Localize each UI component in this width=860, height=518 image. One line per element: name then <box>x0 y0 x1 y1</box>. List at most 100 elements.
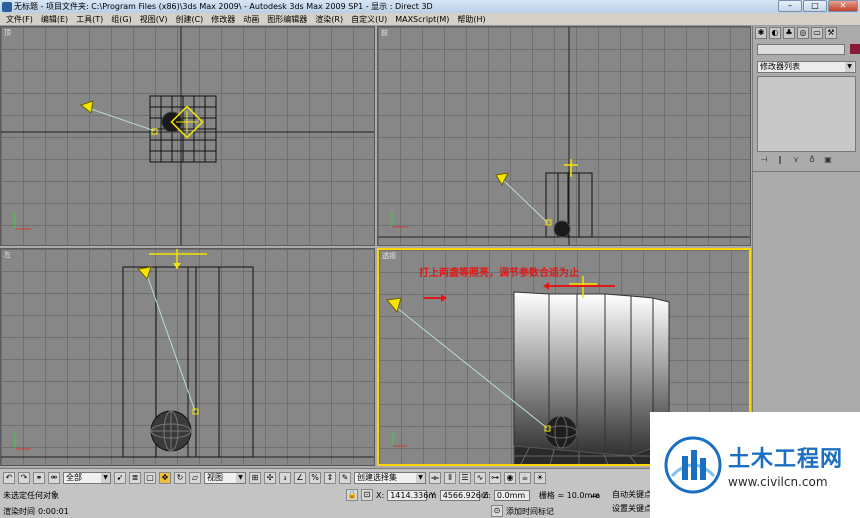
material-editor-icon[interactable]: ◉ <box>504 472 516 484</box>
left-view-scene <box>1 249 374 458</box>
object-color-swatch[interactable] <box>849 44 860 54</box>
render-time-label: 渲染时间 <box>3 506 35 516</box>
modify-tab-icon[interactable]: ◐ <box>769 27 781 39</box>
axis-tripod-icon <box>14 213 31 230</box>
chevron-down-icon: ▼ <box>416 473 425 483</box>
display-tab-icon[interactable]: ▭ <box>811 27 823 39</box>
reference-coord-dropdown[interactable]: 视图 ▼ <box>204 472 246 484</box>
select-object-icon[interactable]: ➹ <box>114 472 126 484</box>
app-icon[interactable] <box>2 1 12 12</box>
modifier-stack[interactable] <box>757 76 856 152</box>
spinner-snap-icon[interactable]: ⇕ <box>324 472 336 484</box>
region-select-icon[interactable]: ▢ <box>144 472 156 484</box>
named-selection-edit-icon[interactable]: ✎ <box>339 472 351 484</box>
percent-snap-icon[interactable]: % <box>309 472 321 484</box>
chevron-down-icon: ▼ <box>101 473 110 483</box>
menu-edit[interactable]: 编辑(E) <box>37 14 72 25</box>
set-key-label[interactable]: 设置关键点 <box>612 503 652 514</box>
z-label: Z: <box>482 490 491 500</box>
show-end-result-icon[interactable]: ∥ <box>775 155 785 165</box>
render-icon[interactable]: ☀ <box>534 472 546 484</box>
watermark-title: 土木工程网 <box>728 447 844 472</box>
selection-status: 未选定任何对象 <box>3 490 59 500</box>
spotlight-icon[interactable] <box>79 100 94 114</box>
angle-snap-icon[interactable]: ∠ <box>294 472 306 484</box>
z-coordinate-field[interactable]: 0.0mm <box>493 489 530 501</box>
layer-manager-icon[interactable]: ☰ <box>459 472 471 484</box>
front-view-scene <box>378 27 750 245</box>
room-box-top[interactable] <box>149 95 217 163</box>
key-icon[interactable]: ⊸ <box>590 489 600 503</box>
menu-modifiers[interactable]: 修改器 <box>207 14 239 25</box>
snap-icon[interactable]: ₃ <box>279 472 291 484</box>
x-coordinate-field[interactable]: 1414.336m <box>387 489 436 501</box>
y-coordinate-field[interactable]: 4566.926m <box>439 489 489 501</box>
menu-file[interactable]: 文件(F) <box>2 14 37 25</box>
viewport-front[interactable]: 前 <box>377 26 751 246</box>
link-icon[interactable]: ⚭ <box>33 472 45 484</box>
hierarchy-tab-icon[interactable]: ♣ <box>783 27 795 39</box>
move-icon[interactable]: ✥ <box>159 472 171 484</box>
menu-customize[interactable]: 自定义(U) <box>347 14 391 25</box>
menu-animation[interactable]: 动画 <box>239 14 263 25</box>
minimize-button[interactable]: – <box>778 0 802 12</box>
modifier-list-dropdown[interactable]: 修改器列表 ▼ <box>757 61 856 73</box>
menu-maxscript[interactable]: MAXScript(M) <box>391 15 453 24</box>
lock-selection-icon[interactable]: 🔒 <box>346 489 358 501</box>
named-selection-dropdown[interactable]: 创建选择集 ▼ <box>354 472 426 484</box>
configure-sets-icon[interactable]: ▣ <box>823 155 833 165</box>
watermark-text: 土木工程网 www.civilcn.com <box>728 441 843 489</box>
pivot-center-icon[interactable]: ⊞ <box>249 472 261 484</box>
selection-filter-dropdown[interactable]: 全部 ▼ <box>63 472 111 484</box>
unlink-icon[interactable]: ⚮ <box>48 472 60 484</box>
curve-editor-icon[interactable]: ∿ <box>474 472 486 484</box>
viewport-left[interactable]: 左 <box>0 248 375 466</box>
sphere-front[interactable] <box>553 220 571 238</box>
close-button[interactable]: ✕ <box>828 0 858 12</box>
select-manipulate-icon[interactable]: ✣ <box>264 472 276 484</box>
utilities-tab-icon[interactable]: ⚒ <box>825 27 837 39</box>
create-tab-icon[interactable]: ✱ <box>755 27 767 39</box>
schematic-view-icon[interactable]: ⊶ <box>489 472 501 484</box>
menu-group[interactable]: 组(G) <box>107 14 135 25</box>
render-setup-icon[interactable]: ☕ <box>519 472 531 484</box>
absolute-mode-icon[interactable]: ⊡ <box>361 489 373 501</box>
menu-tools[interactable]: 工具(T) <box>72 14 107 25</box>
add-time-tag[interactable]: 添加时间标记 <box>506 506 554 517</box>
named-selection-label: 创建选择集 <box>357 473 397 482</box>
menu-create[interactable]: 创建(C) <box>171 14 207 25</box>
x-label: X: <box>376 490 385 500</box>
window-title: 无标题 - 项目文件夹: C:\Program Files (x86)\3ds … <box>14 1 433 12</box>
title-bar: 无标题 - 项目文件夹: C:\Program Files (x86)\3ds … <box>0 0 860 13</box>
sphere-left[interactable] <box>150 410 192 452</box>
viewport-top[interactable]: 顶 <box>0 26 375 246</box>
menu-views[interactable]: 视图(V) <box>136 14 172 25</box>
chevron-down-icon: ▼ <box>236 473 245 483</box>
redo-icon[interactable]: ↷ <box>18 472 30 484</box>
time-tag-icon[interactable]: ⊙ <box>491 505 503 517</box>
mirror-icon[interactable]: ⟚ <box>429 472 441 484</box>
maximize-button[interactable]: □ <box>803 0 827 12</box>
motion-tab-icon[interactable]: ◎ <box>797 27 809 39</box>
make-unique-icon[interactable]: ⋎ <box>791 155 801 165</box>
rotate-icon[interactable]: ↻ <box>174 472 186 484</box>
remove-modifier-icon[interactable]: ♁ <box>807 155 817 165</box>
spotlight-icon[interactable] <box>137 266 152 280</box>
menu-graph-editors[interactable]: 图形编辑器 <box>263 14 311 25</box>
pin-stack-icon[interactable]: ⊣ <box>759 155 769 165</box>
sphere-perspective[interactable] <box>544 415 578 449</box>
auto-key-label[interactable]: 自动关键点 <box>612 489 652 500</box>
title-app: - Autodesk 3ds Max 2009 SP1 <box>244 2 364 11</box>
target-light-top[interactable] <box>170 105 204 139</box>
scale-icon[interactable]: ▱ <box>189 472 201 484</box>
command-panel-tabs: ✱ ◐ ♣ ◎ ▭ ⚒ <box>753 26 860 40</box>
menu-rendering[interactable]: 渲染(R) <box>311 14 347 25</box>
undo-icon[interactable]: ↶ <box>3 472 15 484</box>
room-walls-perspective[interactable] <box>513 291 670 457</box>
command-panel: ✱ ◐ ♣ ◎ ▭ ⚒ 修改器列表 ▼ ⊣ ∥ ⋎ ♁ ▣ <box>752 26 860 466</box>
object-name-field[interactable] <box>757 44 845 55</box>
align-icon[interactable]: ⫴ <box>444 472 456 484</box>
menu-help[interactable]: 帮助(H) <box>453 14 489 25</box>
axis-tripod-icon <box>14 433 31 450</box>
select-by-name-icon[interactable]: ≣ <box>129 472 141 484</box>
